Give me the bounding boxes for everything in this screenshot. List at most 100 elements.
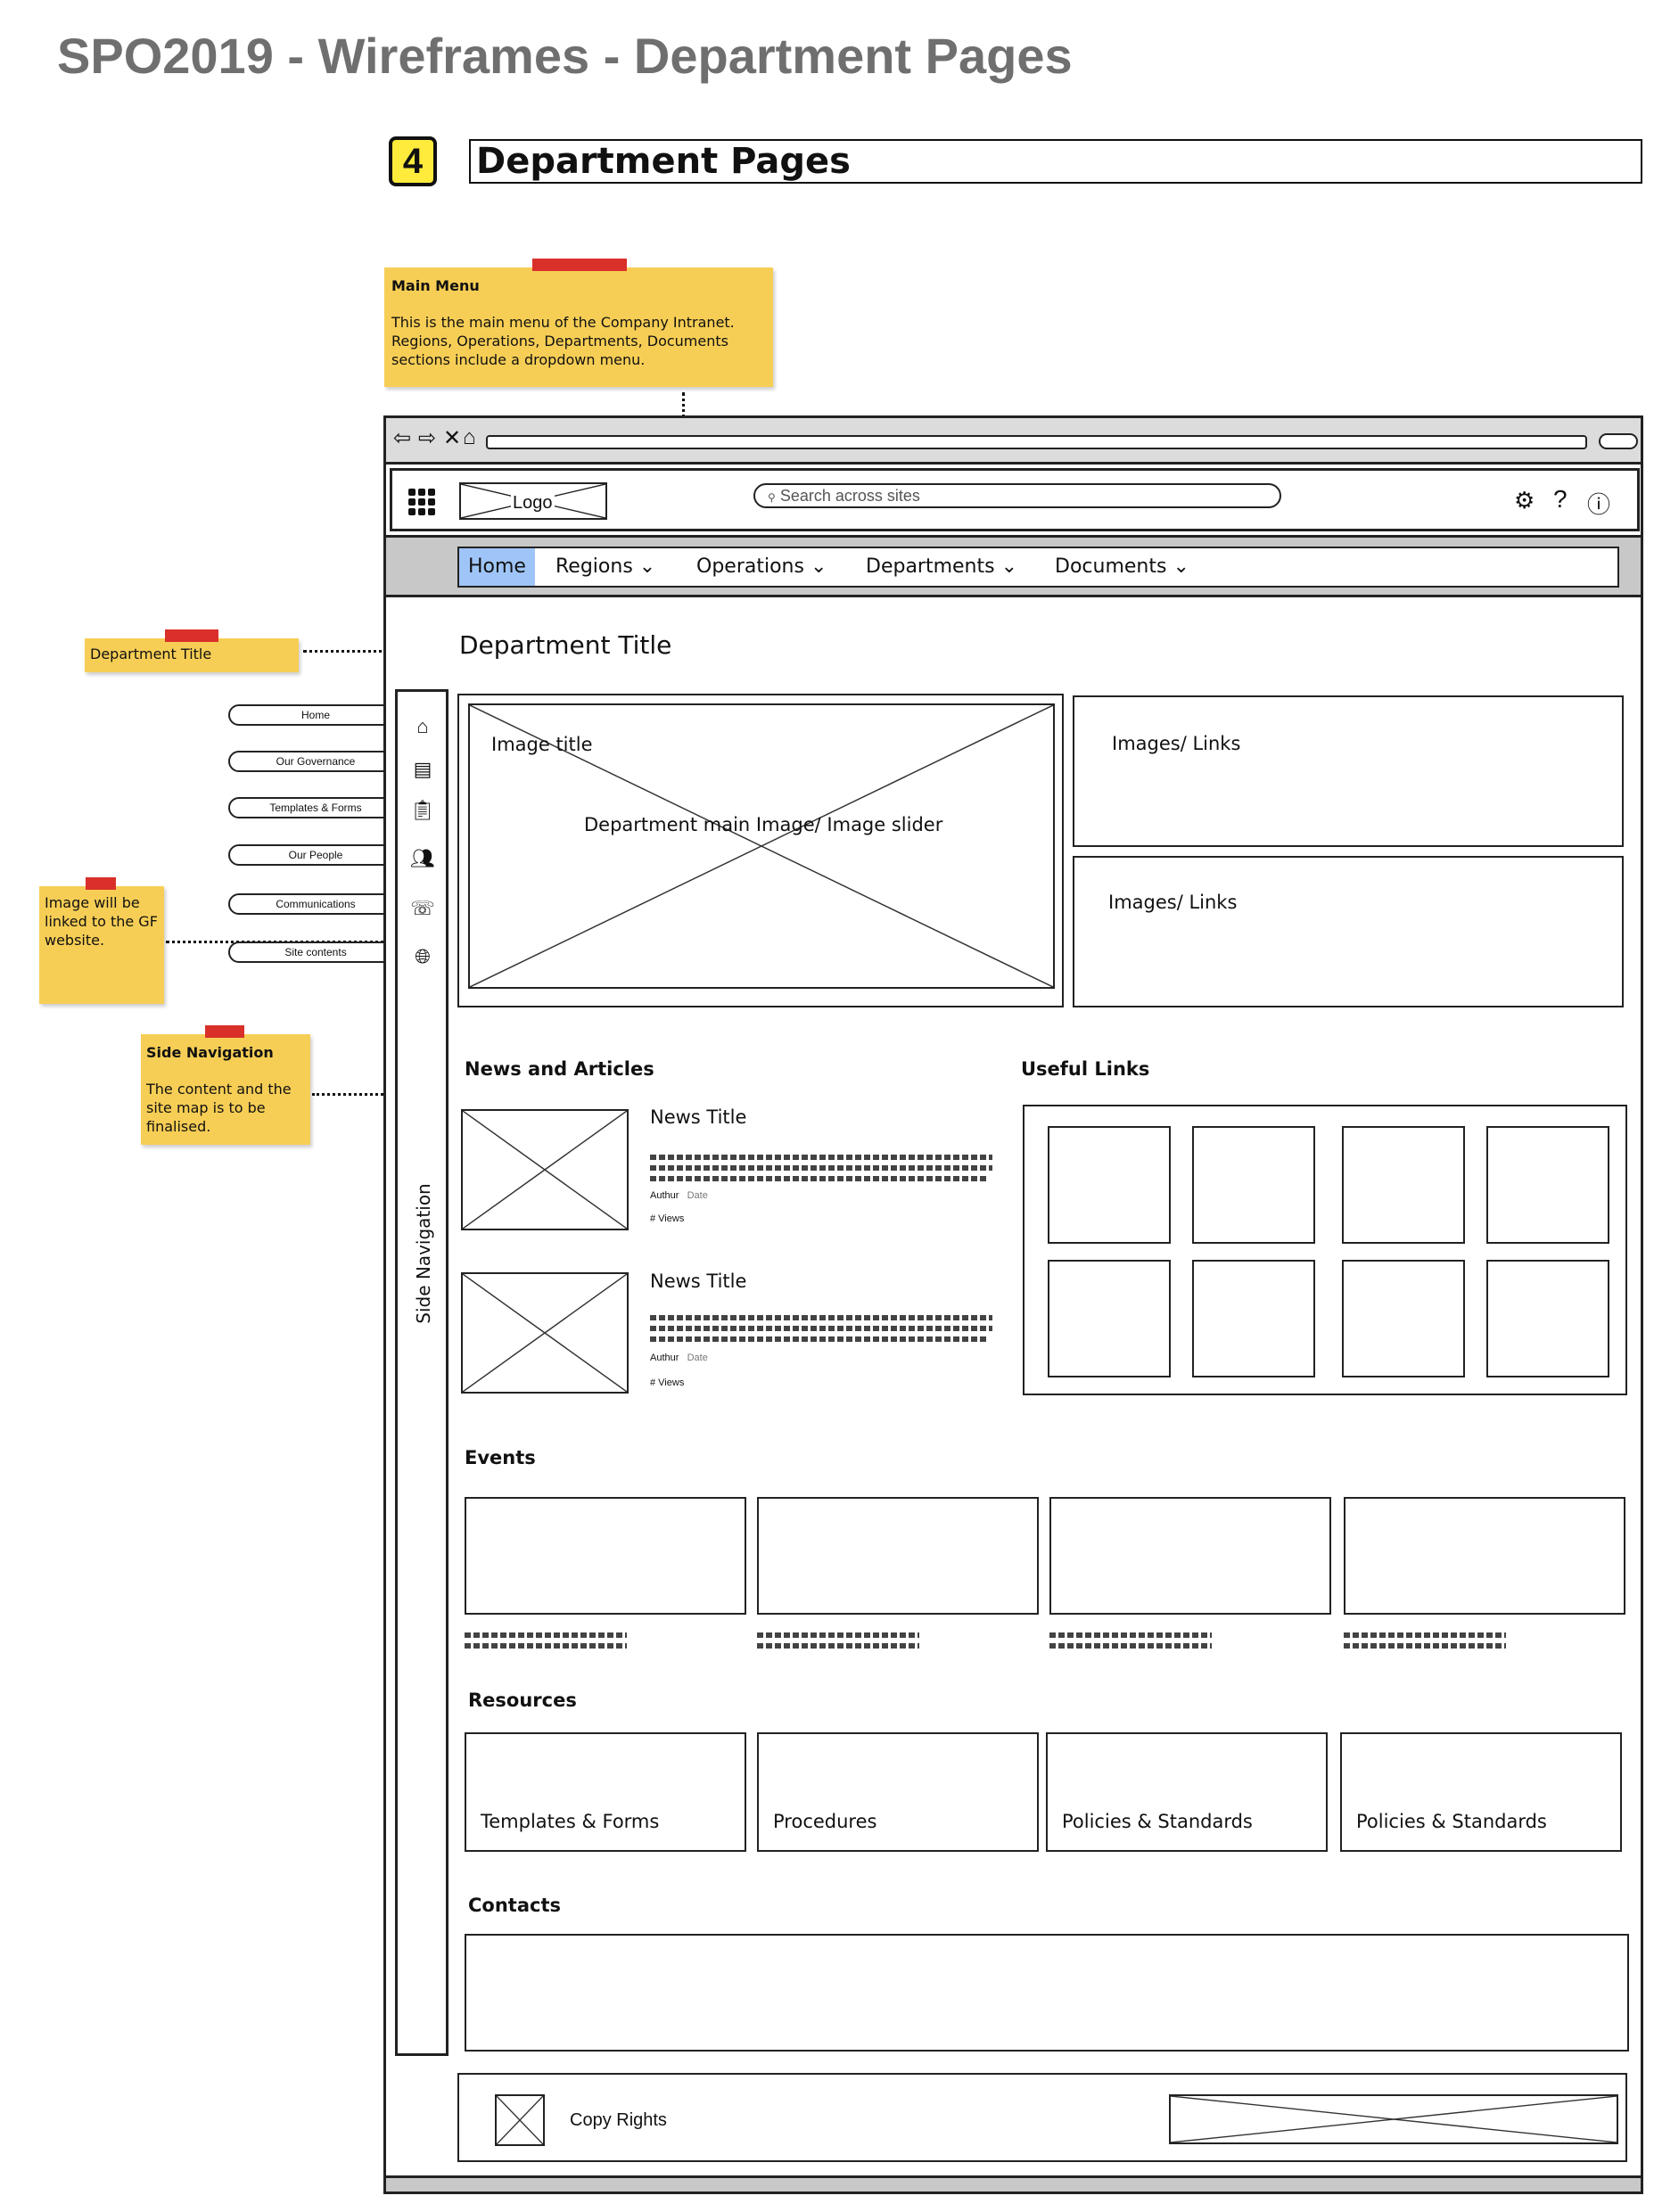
useful-link-tile[interactable]	[1486, 1126, 1609, 1244]
help-icon[interactable]: ?	[1553, 485, 1568, 514]
footer-logo[interactable]	[495, 2094, 545, 2146]
resource-card[interactable]: Templates & Forms	[465, 1732, 746, 1852]
home-icon[interactable]: ⌂	[463, 425, 476, 450]
useful-link-tile[interactable]	[1342, 1126, 1465, 1244]
news-title[interactable]: News Title	[650, 1106, 746, 1128]
event-text	[757, 1632, 919, 1638]
app-header: Logo ⚲ Search across sites ⚙ ? ⓘ	[390, 468, 1640, 531]
tape-icon	[532, 259, 627, 271]
useful-link-tile[interactable]	[1192, 1126, 1315, 1244]
governance-icon[interactable]: ▤	[410, 758, 435, 781]
useful-links-panel	[1023, 1105, 1627, 1395]
communications-icon[interactable]: ☏	[410, 897, 435, 920]
event-text	[1049, 1632, 1212, 1638]
events-heading: Events	[465, 1447, 536, 1468]
useful-link-tile[interactable]	[1192, 1260, 1315, 1377]
news-views: # Views	[650, 1213, 685, 1224]
footer-copyright: Copy Rights	[570, 2110, 667, 2130]
images-links-label: Images/ Links	[1112, 733, 1241, 754]
menu-item-documents[interactable]: Documents ⌄	[1055, 548, 1189, 586]
main-menu-note: Main Menu This is the main menu of the C…	[384, 259, 773, 387]
contacts-heading: Contacts	[468, 1895, 561, 1916]
address-bar[interactable]	[486, 435, 1587, 449]
event-text	[1344, 1643, 1506, 1649]
news-excerpt	[650, 1155, 992, 1160]
info-icon[interactable]: ⓘ	[1587, 487, 1610, 520]
hero-image[interactable]: Image title Department main Image/ Image…	[468, 703, 1055, 989]
resource-label: Procedures	[773, 1811, 877, 1832]
event-card[interactable]	[1344, 1497, 1625, 1615]
arrow-right-icon[interactable]: ⇨	[418, 425, 436, 451]
note-body: The content and the site map is to be fi…	[146, 1081, 292, 1135]
event-text	[757, 1643, 919, 1649]
people-icon[interactable]: 👥︎	[410, 847, 435, 870]
gear-icon[interactable]: ⚙	[1514, 487, 1535, 514]
tape-icon	[205, 1025, 244, 1038]
menu-item-regions[interactable]: Regions ⌄	[555, 548, 655, 586]
note-body: Image will be linked to the GF website.	[45, 894, 158, 949]
chevron-down-icon: ⌄	[1000, 555, 1018, 578]
logo[interactable]: Logo	[459, 482, 607, 520]
side-navigation-label: Side Navigation	[413, 1183, 434, 1324]
note-title: Side Navigation	[146, 1044, 274, 1061]
resource-card[interactable]: Procedures	[757, 1732, 1039, 1852]
news-title[interactable]: News Title	[650, 1270, 746, 1292]
document-title: SPO2019 - Wireframes - Department Pages	[57, 28, 1073, 84]
side-navigation: ⌂ ▤ 📋︎ 👥︎ ☏ 🌐︎ Side Navigation	[395, 689, 448, 2056]
side-nav-pill-communications[interactable]: Communications	[228, 893, 403, 915]
close-icon[interactable]: ✕	[443, 425, 461, 451]
menu-item-home[interactable]: Home	[459, 548, 535, 586]
browser-status-bar	[386, 2175, 1641, 2191]
main-menu-bar: Home Regions ⌄ Operations ⌄ Departments …	[457, 547, 1619, 588]
images-links-card[interactable]: Images/ Links	[1073, 856, 1624, 1007]
side-nav-pill-site-contents[interactable]: Site contents	[228, 942, 403, 963]
tape-icon	[86, 877, 116, 890]
resource-card[interactable]: Policies & Standards	[1046, 1732, 1328, 1852]
news-thumbnail[interactable]	[461, 1109, 629, 1230]
tape-icon	[165, 629, 218, 642]
hero-caption: Department main Image/ Image slider	[584, 814, 943, 835]
side-nav-pill-governance[interactable]: Our Governance	[228, 751, 403, 772]
news-date: Date	[687, 1353, 708, 1363]
news-heading: News and Articles	[465, 1058, 654, 1080]
news-excerpt	[650, 1336, 989, 1342]
event-card[interactable]	[465, 1497, 746, 1615]
menu-item-departments[interactable]: Departments ⌄	[866, 548, 1017, 586]
note-title: Main Menu	[391, 277, 480, 294]
event-text	[1344, 1632, 1506, 1638]
hero-image-title: Image title	[491, 734, 593, 755]
dept-title-note: Department Title	[85, 629, 299, 672]
footer: Copy Rights	[457, 2073, 1627, 2162]
images-links-card[interactable]: Images/ Links	[1073, 695, 1624, 847]
search-pill[interactable]	[1599, 433, 1638, 449]
side-nav-pill-people[interactable]: Our People	[228, 844, 403, 866]
search-input[interactable]: ⚲ Search across sites	[753, 483, 1281, 508]
arrow-left-icon[interactable]: ⇦	[393, 425, 411, 451]
event-text	[1049, 1643, 1212, 1649]
side-nav-pill-templates[interactable]: Templates & Forms	[228, 797, 403, 818]
resource-card[interactable]: Policies & Standards	[1340, 1732, 1622, 1852]
search-placeholder: Search across sites	[779, 487, 920, 505]
useful-link-tile[interactable]	[1486, 1260, 1609, 1377]
news-excerpt	[650, 1165, 992, 1171]
news-thumbnail[interactable]	[461, 1272, 629, 1394]
news-meta: Authur Date	[650, 1190, 708, 1201]
chevron-down-icon: ⌄	[638, 555, 656, 578]
news-date: Date	[687, 1190, 708, 1201]
event-card[interactable]	[1049, 1497, 1331, 1615]
clipboard-icon[interactable]: 📋︎	[410, 799, 435, 822]
app-launcher-icon[interactable]	[408, 489, 435, 515]
chevron-down-icon: ⌄	[1173, 555, 1189, 578]
news-excerpt	[650, 1315, 992, 1320]
event-card[interactable]	[757, 1497, 1039, 1615]
step-badge: 4	[389, 136, 437, 186]
footer-banner[interactable]	[1169, 2094, 1618, 2144]
useful-link-tile[interactable]	[1048, 1260, 1171, 1377]
useful-link-tile[interactable]	[1342, 1260, 1465, 1377]
resource-label: Policies & Standards	[1062, 1811, 1253, 1832]
globe-icon[interactable]: 🌐︎	[410, 945, 435, 968]
home-icon[interactable]: ⌂	[410, 715, 435, 738]
useful-link-tile[interactable]	[1048, 1126, 1171, 1244]
side-nav-pill-home[interactable]: Home	[228, 704, 403, 726]
menu-item-operations[interactable]: Operations ⌄	[696, 548, 827, 586]
